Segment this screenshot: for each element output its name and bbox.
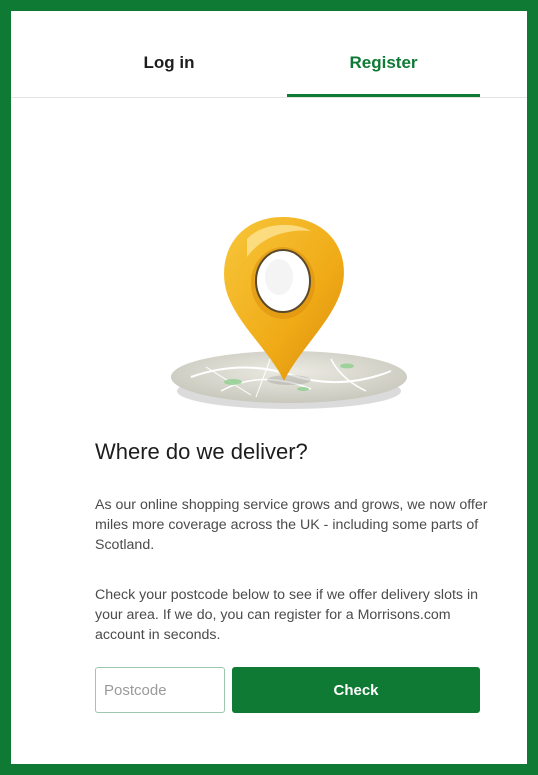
tab-log-in[interactable]: Log in: [124, 53, 214, 97]
auth-tabs: Log in Register: [11, 11, 527, 98]
coverage-text: As our online shopping service grows and…: [95, 497, 488, 553]
postcode-input[interactable]: [95, 667, 225, 713]
tab-register[interactable]: Register: [287, 53, 480, 97]
map-pin-icon: [161, 199, 421, 414]
postcode-instructions: Check your postcode below to see if we o…: [95, 587, 478, 643]
check-button[interactable]: Check: [232, 667, 480, 713]
register-panel: Log in Register Where do we deliver? As …: [11, 11, 527, 764]
page-title: Where do we deliver?: [95, 439, 308, 464]
